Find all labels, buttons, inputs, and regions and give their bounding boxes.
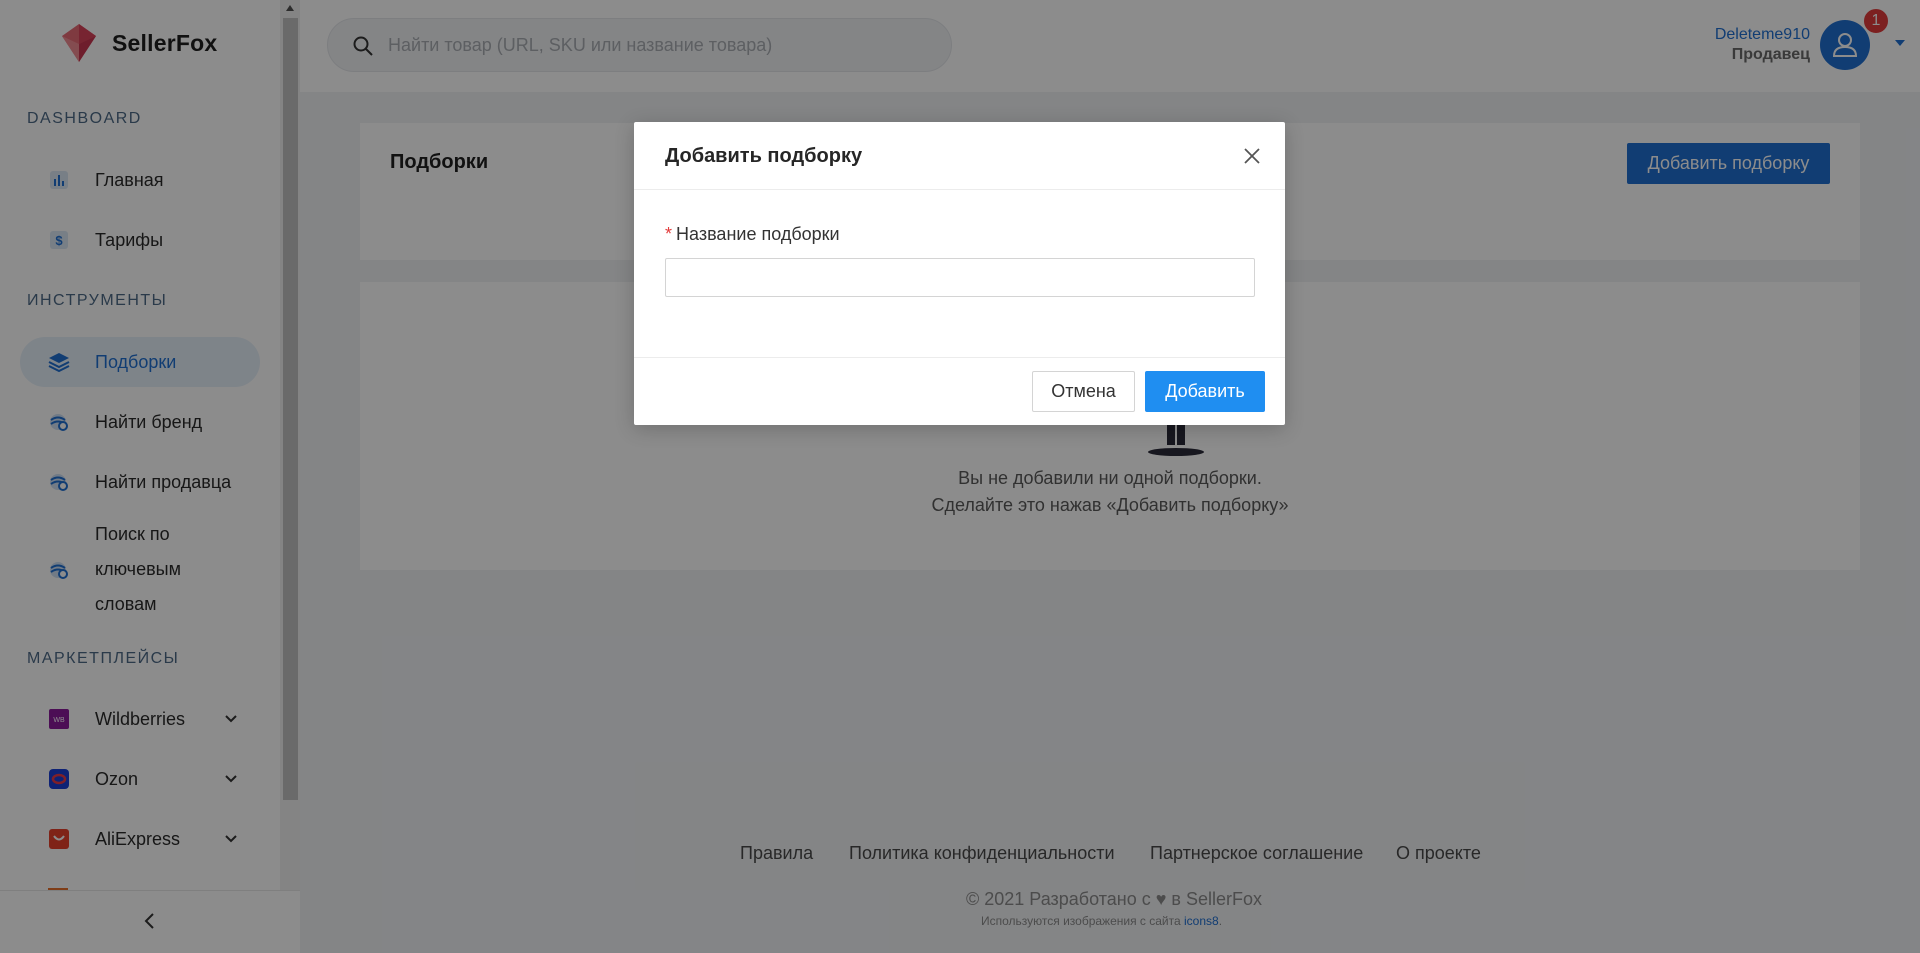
dialog-header: Добавить подборку xyxy=(634,122,1285,190)
close-icon[interactable] xyxy=(1241,145,1263,167)
required-marker: * xyxy=(665,224,673,244)
collection-name-label: * Название подборки xyxy=(665,224,840,244)
submit-button[interactable]: Добавить xyxy=(1145,371,1265,412)
dialog-footer: Отмена Добавить xyxy=(634,357,1285,425)
dialog-title: Добавить подборку xyxy=(665,145,863,167)
collection-name-input[interactable] xyxy=(665,258,1255,297)
add-collection-dialog: Добавить подборку * Название подборки Отм… xyxy=(634,122,1285,425)
cancel-button[interactable]: Отмена xyxy=(1032,371,1135,412)
